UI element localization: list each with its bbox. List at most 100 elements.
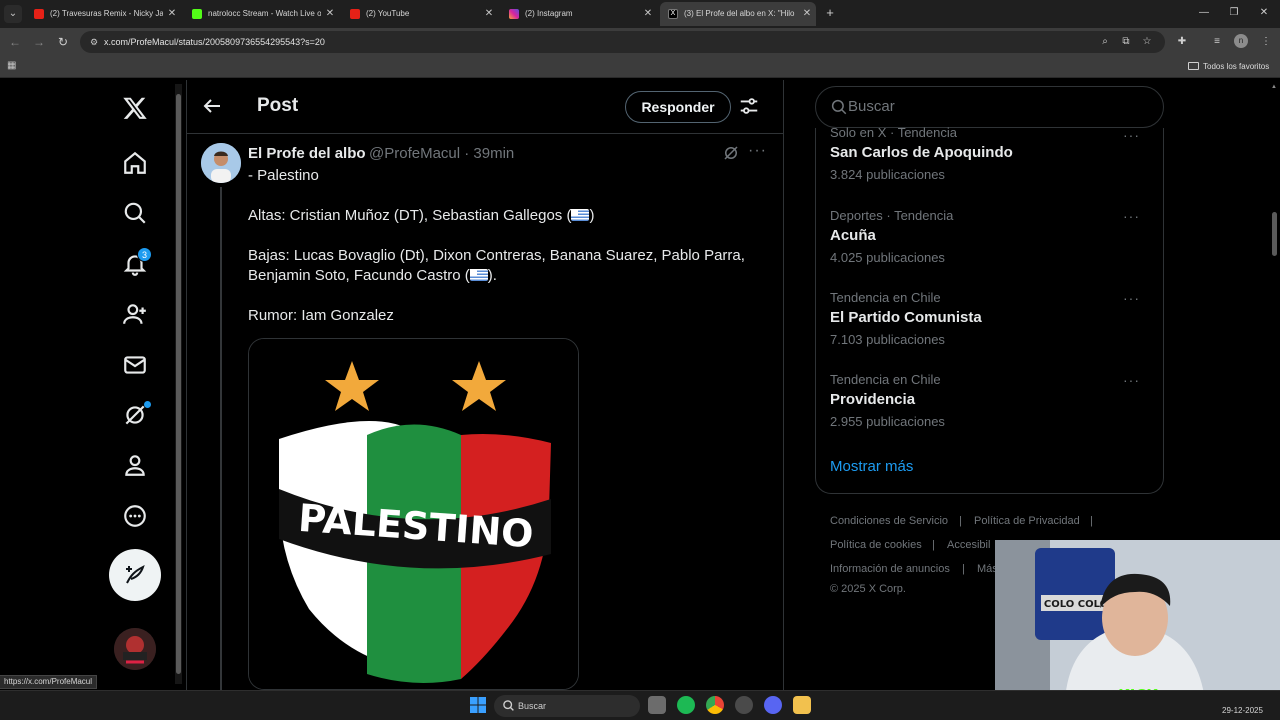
bajas2-end: ).: [487, 267, 497, 284]
tab-close-icon[interactable]: ✕: [482, 2, 496, 26]
left-scrollbar[interactable]: [175, 84, 182, 684]
grok-explain-icon[interactable]: [722, 144, 740, 162]
browser-tab-2[interactable]: natrolocc Stream - Watch Live on ✕: [184, 2, 339, 26]
uruguay-flag-icon: [469, 269, 488, 281]
feather-plus-icon: [126, 565, 145, 584]
author-avatar[interactable]: [201, 143, 241, 183]
kick-favicon-icon: [192, 9, 202, 19]
explore-icon[interactable]: [115, 193, 155, 233]
profile-avatar[interactable]: n: [1234, 34, 1248, 48]
site-info-icon[interactable]: ⚙: [86, 34, 102, 50]
menu-kebab-icon[interactable]: ⋮: [1258, 34, 1274, 50]
obs-icon[interactable]: [735, 696, 753, 714]
tab-title: (2) Instagram: [525, 9, 573, 18]
palestino-crest: PALESTINO: [249, 339, 578, 689]
restore-icon[interactable]: ❐: [1226, 4, 1242, 22]
trend-name: Acuña: [830, 227, 876, 244]
author-handle[interactable]: @ProfeMacul · 39min: [369, 145, 514, 162]
trend-more-icon[interactable]: ···: [1123, 208, 1140, 224]
post-more-icon[interactable]: ···: [748, 143, 768, 162]
tab-title: (3) El Profe del albo en X: "Hilo: [684, 9, 795, 18]
new-tab-icon[interactable]: +: [822, 4, 838, 22]
header-divider: [186, 133, 784, 134]
scroll-thumb[interactable]: [176, 94, 181, 674]
spotify-icon[interactable]: [677, 696, 695, 714]
folder-icon: [1188, 62, 1199, 70]
trend-more-icon[interactable]: ···: [1123, 372, 1140, 388]
trend-item[interactable]: Tendencia en Chile Providencia 2.955 pub…: [830, 372, 1150, 429]
footer-privacy-link[interactable]: Política de Privacidad: [974, 515, 1080, 527]
browser-tab-5[interactable]: X (3) El Profe del albo en X: "Hilo ✕: [660, 2, 816, 26]
windows-taskbar: Buscar 29-12-2025: [0, 690, 1280, 720]
footer-terms-link[interactable]: Condiciones de Servicio: [830, 515, 948, 527]
file-explorer-icon[interactable]: [793, 696, 811, 714]
search-box[interactable]: Buscar: [815, 86, 1164, 128]
browser-tab-bar: ⌄ (2) Travesuras Remix - Nicky Jam ✕ nat…: [0, 0, 1280, 28]
forward-icon[interactable]: →: [30, 33, 48, 51]
trend-item[interactable]: Solo en X · Tendencia San Carlos de Apoq…: [830, 125, 1150, 182]
trend-more-icon[interactable]: ···: [1123, 290, 1140, 306]
media-controls-icon[interactable]: ≡: [1209, 34, 1225, 50]
scroll-up-icon[interactable]: ▲: [1270, 84, 1278, 90]
back-arrow-icon[interactable]: [200, 94, 224, 118]
trend-name: Providencia: [830, 391, 916, 408]
post-image[interactable]: PALESTINO: [248, 338, 579, 690]
follow-icon[interactable]: [115, 294, 155, 334]
url-text[interactable]: x.com/ProfeMacul/status/2005809736554295…: [104, 31, 325, 53]
trend-name: San Carlos de Apoquindo: [830, 144, 1013, 161]
browser-tab-3[interactable]: (2) YouTube ✕: [342, 2, 498, 26]
more-icon[interactable]: [115, 496, 155, 536]
author-name[interactable]: El Profe del albo: [248, 145, 366, 162]
tab-close-icon[interactable]: ✕: [165, 2, 179, 26]
post-text-altas: Altas: Cristian Muñoz (DT), Sebastian Ga…: [248, 207, 594, 224]
post-text-bajas-1: Bajas: Lucas Bovaglio (Dt), Dixon Contre…: [248, 247, 745, 264]
tab-search-chevron-icon[interactable]: ⌄: [4, 5, 22, 23]
task-view-icon[interactable]: [648, 696, 666, 714]
reply-button[interactable]: Responder: [625, 91, 731, 123]
trend-name: El Partido Comunista: [830, 309, 982, 326]
status-bar-url: https://x.com/ProfeMacul: [0, 675, 98, 689]
sliders-icon[interactable]: [738, 95, 760, 117]
minimize-icon[interactable]: —: [1196, 4, 1212, 22]
discord-icon[interactable]: [764, 696, 782, 714]
all-bookmarks-folder[interactable]: Todos los favoritos: [1188, 60, 1269, 74]
reload-icon[interactable]: ↻: [54, 33, 72, 51]
x-logo-icon[interactable]: [115, 88, 155, 128]
chrome-icon[interactable]: [706, 696, 724, 714]
scroll-thumb[interactable]: [1272, 212, 1277, 256]
search-placeholder[interactable]: Buscar: [848, 87, 895, 127]
home-icon[interactable]: [115, 143, 155, 183]
zoom-icon[interactable]: ⌕: [1097, 34, 1113, 50]
search-icon: [502, 699, 515, 712]
tab-close-icon[interactable]: ✕: [641, 2, 655, 26]
compose-post-button[interactable]: [109, 549, 161, 601]
extensions-icon[interactable]: ✚: [1174, 34, 1190, 50]
taskbar-search[interactable]: Buscar: [494, 695, 640, 717]
page-title: Post: [257, 95, 299, 116]
windows-start-icon[interactable]: [470, 697, 486, 713]
trend-more-icon[interactable]: ···: [1123, 127, 1140, 143]
install-app-icon[interactable]: ⧉: [1118, 34, 1134, 50]
trend-item[interactable]: Deportes · Tendencia Acuña 4.025 publica…: [830, 208, 1150, 265]
webcam-sign-text: COLO COLO: [1044, 599, 1108, 610]
close-window-icon[interactable]: ✕: [1256, 4, 1272, 22]
tab-close-icon[interactable]: ✕: [800, 2, 814, 26]
browser-tab-1[interactable]: (2) Travesuras Remix - Nicky Jam ✕: [26, 2, 181, 26]
tab-close-icon[interactable]: ✕: [323, 2, 337, 26]
trend-item[interactable]: Tendencia en Chile El Partido Comunista …: [830, 290, 1150, 347]
account-avatar[interactable]: [114, 628, 156, 670]
footer-ads-link[interactable]: Información de anuncios: [830, 563, 950, 575]
bookmark-star-icon[interactable]: ☆: [1139, 34, 1155, 50]
back-icon[interactable]: ←: [6, 33, 24, 51]
browser-tab-4[interactable]: (2) Instagram ✕: [501, 2, 657, 26]
profile-icon[interactable]: [115, 445, 155, 485]
messages-icon[interactable]: [115, 345, 155, 385]
footer-cookies-link[interactable]: Política de cookies: [830, 539, 922, 551]
footer-accessibility-link[interactable]: Accesibil: [947, 539, 990, 551]
taskbar-date: 29-12-2025: [1222, 706, 1263, 715]
search-icon: [830, 98, 848, 116]
show-more-link[interactable]: Mostrar más: [830, 458, 913, 475]
apps-grid-icon[interactable]: ▦: [7, 60, 19, 72]
trend-count: 4.025 publicaciones: [830, 250, 945, 265]
address-bar[interactable]: ⚙ x.com/ProfeMacul/status/20058097365542…: [80, 31, 1165, 53]
